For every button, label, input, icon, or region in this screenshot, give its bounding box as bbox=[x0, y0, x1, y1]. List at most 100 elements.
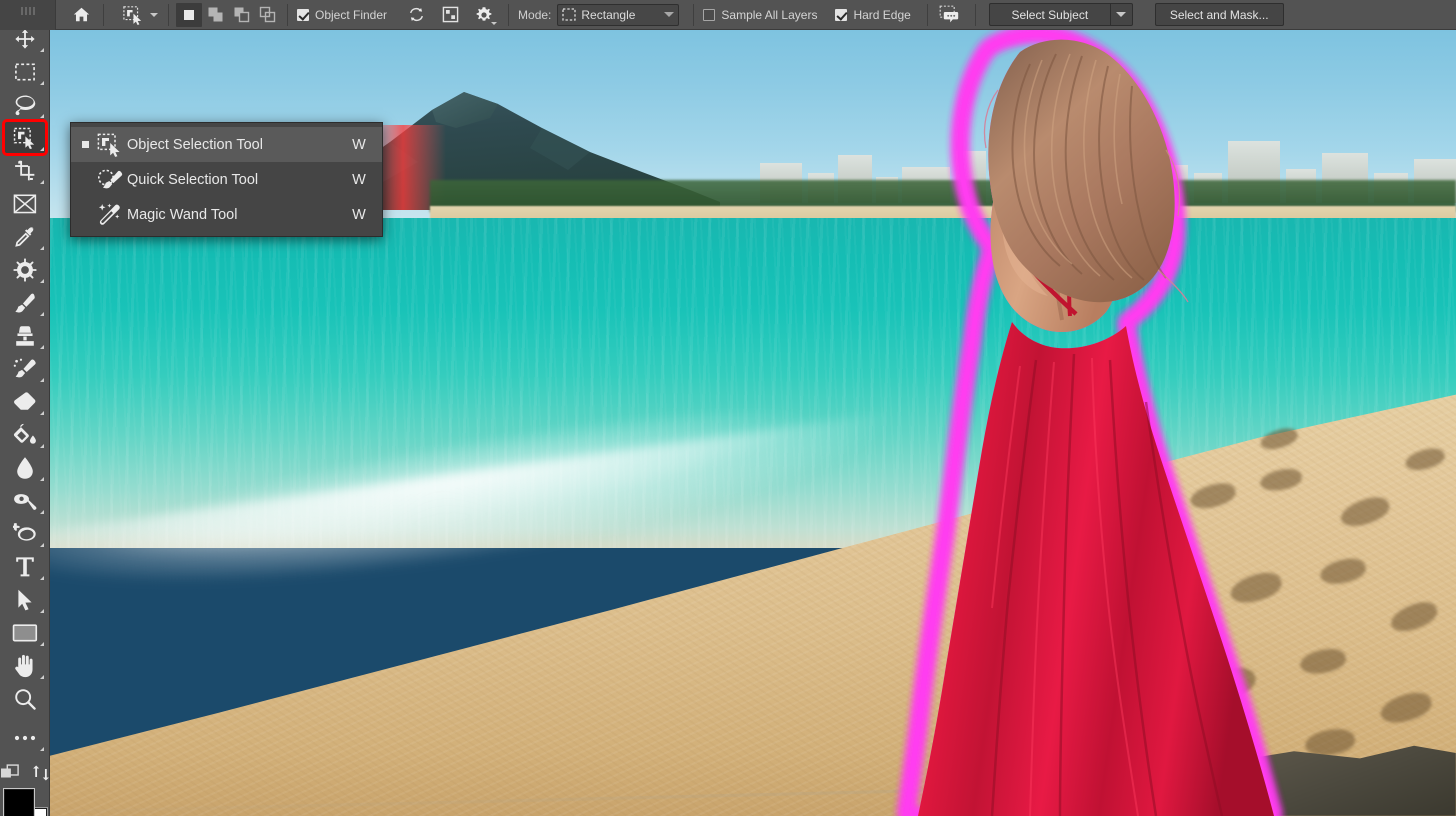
flyout-item-quick-selection-tool[interactable]: Quick Selection Tool W bbox=[71, 162, 382, 197]
frame-icon bbox=[13, 193, 36, 213]
object-selection-tool-icon bbox=[123, 5, 142, 25]
home-button[interactable] bbox=[66, 3, 96, 27]
marquee-icon bbox=[14, 62, 35, 81]
foreground-color-swatch[interactable] bbox=[3, 789, 34, 816]
flyout-indicator-icon bbox=[39, 378, 44, 382]
tool-eyedropper-tool[interactable] bbox=[4, 220, 46, 253]
tool-path-selection-tool[interactable] bbox=[4, 583, 46, 616]
color-swatches bbox=[3, 788, 47, 816]
flyout-indicator-icon bbox=[39, 543, 44, 547]
checkbox-box bbox=[703, 8, 716, 21]
chevron-down-icon bbox=[1116, 12, 1127, 17]
blur-droplet-icon bbox=[16, 456, 33, 479]
options-separator bbox=[926, 3, 928, 26]
feedback-button[interactable] bbox=[935, 3, 963, 27]
flyout-item-shortcut: W bbox=[352, 171, 366, 188]
tool-spot-healing-brush-tool[interactable] bbox=[4, 253, 46, 286]
object-selection-icon bbox=[93, 133, 127, 157]
path-arrow-icon bbox=[17, 589, 32, 610]
move-icon bbox=[14, 28, 35, 49]
tool-brush-tool[interactable] bbox=[4, 286, 46, 319]
flyout-item-shortcut: W bbox=[352, 136, 366, 153]
chevron-down-icon bbox=[664, 12, 675, 17]
checkbox-box bbox=[297, 8, 309, 21]
add-selection-icon bbox=[208, 7, 222, 22]
crop-icon bbox=[14, 160, 34, 180]
type-icon bbox=[15, 556, 34, 576]
magic-wand-icon bbox=[93, 203, 127, 227]
mode-select[interactable]: Rectangle bbox=[557, 3, 680, 26]
options-bar: Object Finder Mode: Rectangle Sample All… bbox=[0, 0, 1456, 30]
quick-mask-icon bbox=[0, 764, 19, 778]
photoshop-window: Object Finder Mode: Rectangle Sample All… bbox=[0, 0, 1456, 816]
flyout-indicator-icon bbox=[39, 510, 44, 514]
intersect-with-selection-button[interactable] bbox=[254, 3, 280, 27]
tool-rectangular-marquee-tool[interactable] bbox=[4, 55, 46, 88]
options-separator bbox=[103, 3, 104, 26]
options-separator bbox=[508, 3, 510, 26]
mode-select-value: Rectangle bbox=[581, 7, 636, 22]
select-and-mask-button[interactable]: Select and Mask... bbox=[1154, 3, 1284, 26]
overlay-options-icon bbox=[442, 6, 458, 23]
tool-history-brush-tool[interactable] bbox=[4, 352, 46, 385]
flyout-item-object-selection-tool[interactable]: Object Selection Tool W bbox=[71, 127, 382, 162]
intersect-selection-icon bbox=[259, 6, 275, 23]
flyout-indicator-icon bbox=[39, 576, 44, 580]
additional-options-button[interactable] bbox=[471, 3, 501, 27]
history-brush-icon bbox=[13, 358, 36, 377]
flyout-indicator-icon bbox=[39, 675, 44, 679]
tool-crop-tool[interactable] bbox=[4, 154, 46, 187]
paint-bucket-icon bbox=[13, 423, 36, 444]
eraser-icon bbox=[13, 391, 35, 410]
selected-subject-woman[interactable] bbox=[870, 30, 1290, 816]
sample-all-layers-label: Sample All Layers bbox=[721, 7, 818, 22]
flyout-indicator-icon bbox=[39, 444, 44, 448]
tool-rectangle-tool[interactable] bbox=[4, 616, 46, 649]
tool-gradient-tool[interactable] bbox=[4, 418, 46, 451]
flyout-indicator-icon bbox=[39, 609, 44, 613]
add-to-selection-button[interactable] bbox=[202, 3, 228, 27]
refresh-icon bbox=[409, 7, 423, 22]
tool-zoom-tool[interactable] bbox=[4, 682, 46, 715]
checkbox-box bbox=[835, 8, 848, 21]
show-all-objects-button[interactable] bbox=[437, 3, 463, 27]
quick-mask-button[interactable] bbox=[0, 764, 20, 782]
red-dress bbox=[918, 322, 1274, 816]
screen-mode-button[interactable] bbox=[32, 764, 50, 782]
select-subject-button[interactable]: Select Subject bbox=[988, 3, 1111, 26]
flyout-indicator-icon bbox=[39, 114, 44, 118]
new-selection-icon bbox=[184, 9, 194, 20]
tool-eraser-tool[interactable] bbox=[4, 385, 46, 418]
subtract-selection-icon bbox=[234, 7, 249, 23]
healing-brush-icon bbox=[12, 257, 37, 282]
options-separator bbox=[693, 3, 695, 26]
tool-dodge-tool[interactable] bbox=[4, 484, 46, 517]
flyout-indicator-icon bbox=[39, 48, 44, 52]
tool-frame-tool[interactable] bbox=[4, 187, 46, 220]
object-selection-icon bbox=[13, 127, 34, 149]
selection-mode-group bbox=[176, 2, 280, 27]
tool-hand-tool[interactable] bbox=[4, 649, 46, 682]
edit-toolbar-button[interactable] bbox=[4, 721, 46, 754]
refresh-object-finder-button[interactable] bbox=[403, 3, 429, 27]
lasso-icon bbox=[15, 94, 35, 115]
new-selection-button[interactable] bbox=[176, 2, 202, 27]
sample-all-layers-checkbox[interactable]: Sample All Layers bbox=[701, 3, 819, 27]
tool-clone-stamp-tool[interactable] bbox=[4, 319, 46, 352]
tool-lasso-tool[interactable] bbox=[4, 88, 46, 121]
flyout-item-label: Magic Wand Tool bbox=[127, 206, 238, 223]
tool-object-selection-tool[interactable] bbox=[1, 119, 48, 156]
object-finder-checkbox[interactable]: Object Finder bbox=[295, 3, 389, 27]
flyout-item-magic-wand-tool[interactable]: Magic Wand Tool W bbox=[71, 197, 382, 232]
hard-edge-checkbox[interactable]: Hard Edge bbox=[833, 3, 912, 27]
subtract-from-selection-button[interactable] bbox=[228, 3, 254, 27]
tool-preset-picker[interactable] bbox=[119, 2, 161, 28]
select-subject-dropdown-button[interactable] bbox=[1110, 3, 1133, 26]
eyedropper-icon bbox=[14, 226, 34, 247]
flyout-indicator-icon bbox=[39, 747, 44, 751]
flyout-indicator-icon bbox=[39, 345, 44, 349]
options-bar-drag-handle[interactable] bbox=[0, 0, 56, 30]
tool-blur-tool[interactable] bbox=[4, 451, 46, 484]
tool-pen-tool[interactable] bbox=[4, 517, 46, 550]
tool-horizontal-type-tool[interactable] bbox=[4, 550, 46, 583]
